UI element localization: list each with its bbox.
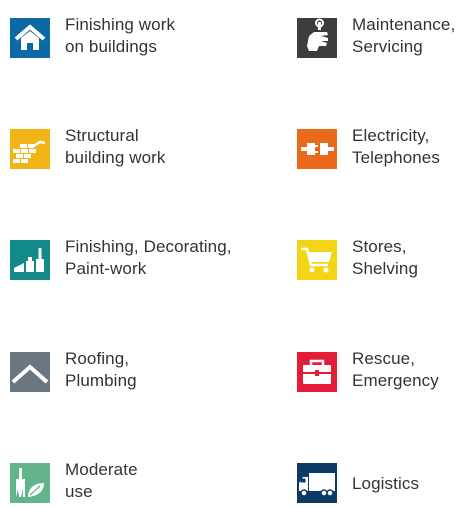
toolbox-icon	[297, 352, 337, 392]
category-label: Logistics	[352, 474, 420, 493]
brick-wall-icon	[10, 129, 50, 169]
category-label: Structural building work	[65, 126, 166, 167]
category-label: Roofing, Plumbing	[65, 349, 137, 390]
category-electricity: Electricity, Telephones	[297, 126, 440, 169]
paint-tools-icon	[10, 240, 50, 280]
category-finishing-work: Finishing work on buildings	[10, 15, 175, 58]
brush-leaf-icon	[10, 463, 50, 503]
category-logistics: Logistics	[297, 463, 419, 503]
category-moderate-use: Moderate use	[10, 460, 138, 503]
category-label: Finishing work on buildings	[65, 15, 176, 56]
category-decorating: Finishing, Decorating, Paint-work	[10, 237, 232, 280]
category-label: Rescue, Emergency	[352, 349, 439, 390]
category-label: Maintenance, Servicing	[352, 15, 456, 56]
roof-icon	[10, 352, 50, 392]
truck-icon	[297, 463, 337, 503]
category-label: Electricity, Telephones	[352, 126, 440, 167]
category-rescue: Rescue, Emergency	[297, 349, 439, 392]
category-label: Stores, Shelving	[352, 237, 419, 278]
shopping-cart-icon	[297, 240, 337, 280]
hand-wrench-icon	[297, 18, 337, 58]
category-structural: Structural building work	[10, 126, 166, 169]
category-maintenance: Maintenance, Servicing	[297, 15, 455, 58]
house-icon	[10, 18, 50, 58]
category-label: Moderate use	[65, 460, 138, 501]
plug-icon	[297, 129, 337, 169]
category-label: Finishing, Decorating, Paint-work	[65, 237, 232, 278]
category-stores: Stores, Shelving	[297, 237, 418, 280]
category-roofing: Roofing, Plumbing	[10, 349, 137, 392]
